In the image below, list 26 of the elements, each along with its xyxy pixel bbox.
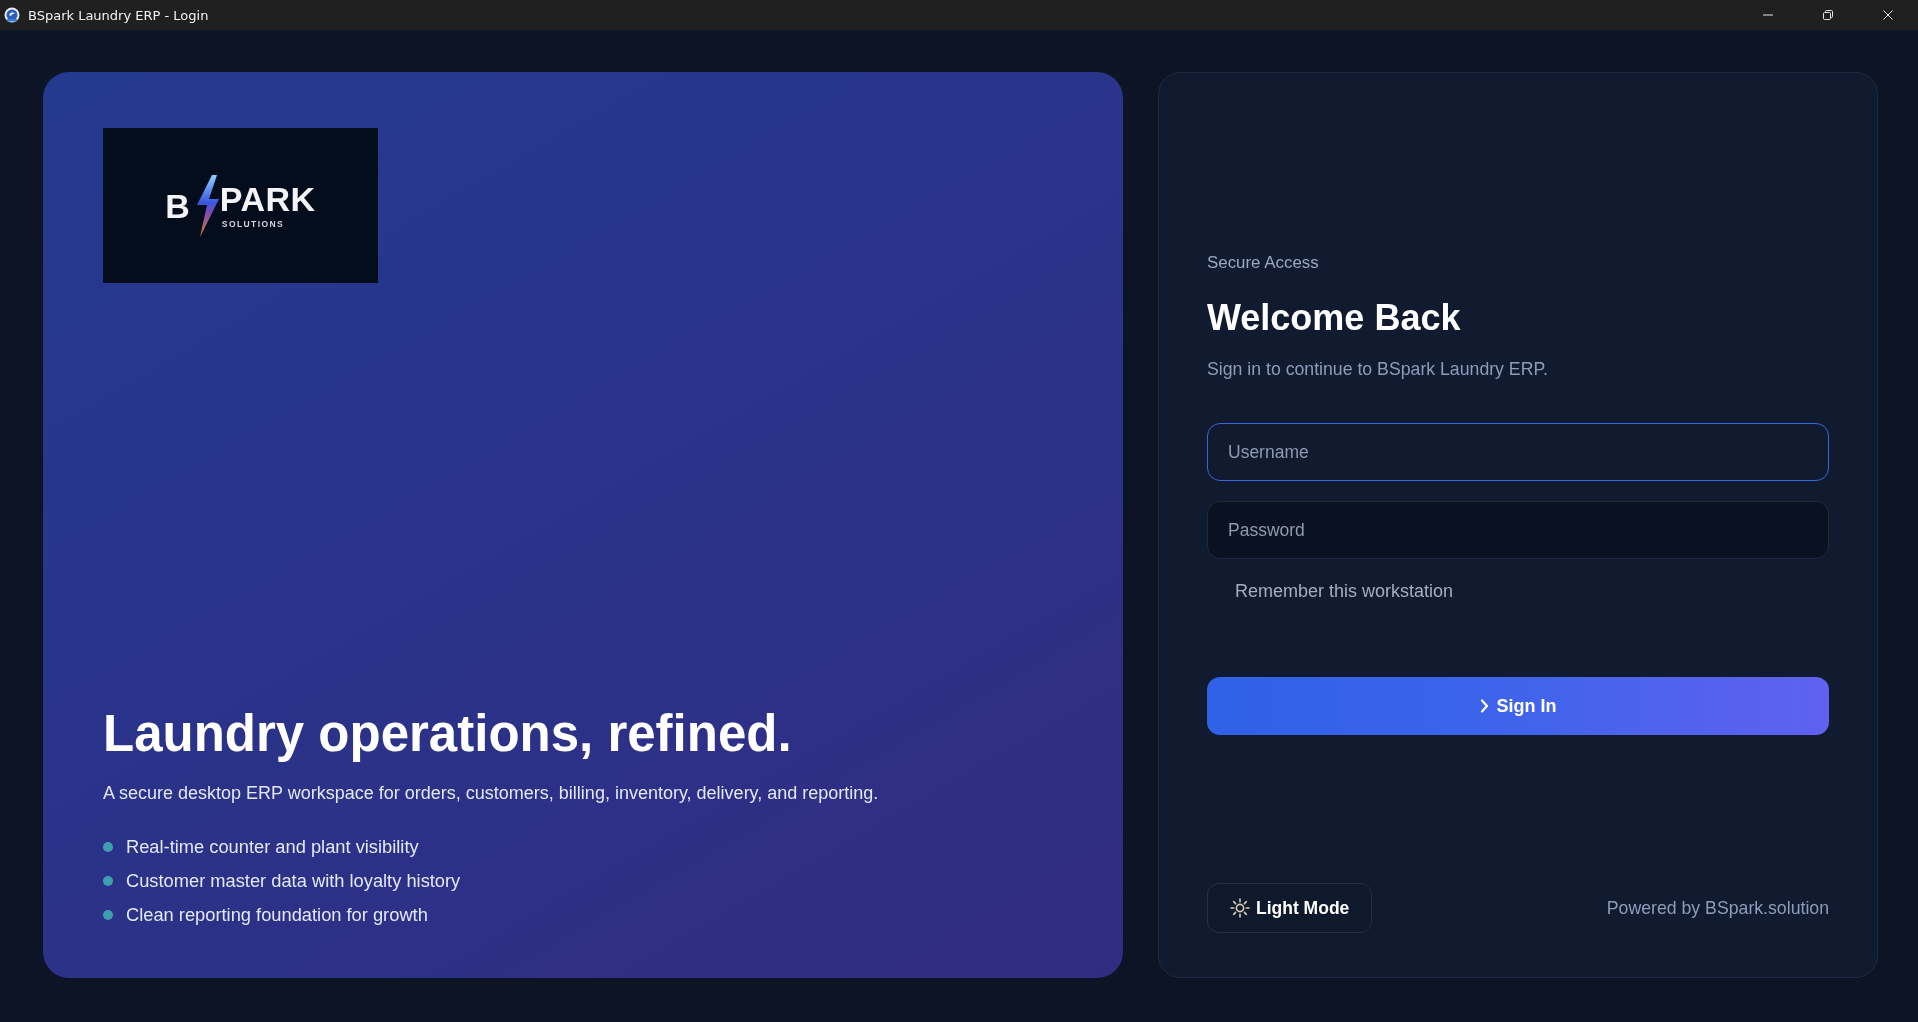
restore-icon	[1823, 10, 1833, 20]
login-subtitle: Sign in to continue to BSpark Laundry ERP.	[1207, 358, 1549, 380]
eyebrow-text: Secure Access	[1207, 253, 1320, 273]
feature-text: Customer master data with loyalty history	[126, 870, 461, 892]
logo-text: PARK	[219, 182, 316, 216]
chevron-right-icon	[1479, 699, 1489, 713]
headline: Laundry operations, refined.	[103, 704, 793, 764]
app-icon	[4, 7, 20, 23]
logo-text: B	[165, 188, 191, 223]
bullet-icon	[103, 876, 113, 886]
input-field[interactable]: Username	[1207, 423, 1829, 481]
close-icon	[1883, 10, 1893, 20]
powered-by-text: Powered by BSpark.solution	[1606, 897, 1829, 919]
window-title: BSpark Laundry ERP - Login	[28, 7, 209, 23]
sun-icon	[1230, 898, 1250, 918]
description: A secure desktop ERP workspace for orders, customers, billing, inventory, delivery, and reporting.	[103, 781, 880, 805]
feature-text: Real-time counter and plant visibility	[126, 836, 419, 858]
input-field[interactable]: Password	[1207, 501, 1829, 559]
bullet-icon	[103, 910, 113, 920]
logo-tagline: SOLUTIONS	[221, 219, 285, 229]
login-title: Welcome Back	[1207, 297, 1462, 339]
sign-in-button[interactable]: Sign In	[1207, 677, 1829, 735]
light-mode-button[interactable]: Light Mode	[1207, 883, 1373, 933]
feature-text: Clean reporting foundation for growth	[126, 904, 428, 926]
remember-option[interactable]: Remember this workstation	[1235, 580, 1454, 602]
bullet-icon	[103, 842, 113, 852]
